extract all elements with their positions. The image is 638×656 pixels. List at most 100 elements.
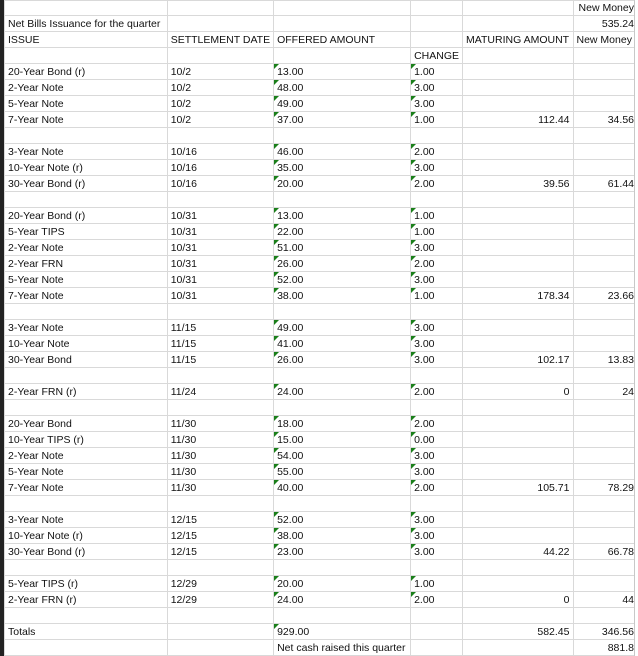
cell[interactable]	[462, 559, 574, 576]
issue-cell[interactable]: 5-Year Note	[4, 271, 168, 288]
new-money-cell[interactable]	[572, 223, 638, 240]
cell[interactable]	[273, 607, 412, 624]
cell[interactable]	[4, 303, 168, 320]
new-money-cell[interactable]: 13.83	[572, 351, 638, 368]
cell[interactable]	[410, 191, 464, 208]
maturing-amount-cell[interactable]	[462, 335, 574, 352]
offered-amount-cell[interactable]: 23.00	[273, 543, 412, 560]
settlement-date-cell[interactable]: 10/2	[166, 63, 275, 80]
settlement-date-cell[interactable]: 10/16	[166, 175, 275, 192]
settlement-date-cell[interactable]: 11/24	[166, 383, 275, 400]
offered-amount-cell[interactable]: 20.00	[273, 575, 412, 592]
change-cell[interactable]: 3.00	[410, 543, 464, 560]
new-money-cell[interactable]	[572, 463, 638, 480]
cell[interactable]	[4, 607, 168, 624]
offered-amount-cell[interactable]: 46.00	[273, 143, 412, 160]
cell[interactable]	[462, 0, 574, 16]
settlement-date-cell[interactable]: 10/2	[166, 111, 275, 128]
issue-cell[interactable]: 10-Year Note (r)	[4, 159, 168, 176]
offered-amount-cell[interactable]: 49.00	[273, 319, 412, 336]
cell[interactable]	[462, 639, 574, 656]
settlement-date-cell[interactable]: 11/30	[166, 431, 275, 448]
issue-cell[interactable]: 30-Year Bond (r)	[4, 175, 168, 192]
cell[interactable]	[166, 559, 275, 576]
settlement-date-cell[interactable]: 12/29	[166, 591, 275, 608]
offered-amount-cell[interactable]: 38.00	[273, 527, 412, 544]
cell[interactable]	[462, 495, 574, 512]
maturing-amount-cell[interactable]: 178.34	[462, 287, 574, 304]
change-cell[interactable]: 1.00	[410, 63, 464, 80]
cell[interactable]	[410, 495, 464, 512]
new-money-cell[interactable]	[572, 335, 638, 352]
cell[interactable]	[572, 367, 638, 384]
cell[interactable]	[410, 639, 464, 656]
cell[interactable]	[4, 367, 168, 384]
maturing-amount-cell[interactable]: 102.17	[462, 351, 574, 368]
cell[interactable]	[273, 47, 412, 64]
offered-amount-cell[interactable]: 24.00	[273, 383, 412, 400]
maturing-amount-cell[interactable]	[462, 463, 574, 480]
change-cell[interactable]: 3.00	[410, 271, 464, 288]
cell[interactable]	[572, 399, 638, 416]
change-cell[interactable]: 1.00	[410, 111, 464, 128]
cell[interactable]	[410, 0, 464, 16]
offered-amount-cell[interactable]: 51.00	[273, 239, 412, 256]
cell[interactable]	[410, 31, 464, 48]
change-cell[interactable]: 3.00	[410, 527, 464, 544]
issue-cell[interactable]: 2-Year FRN	[4, 255, 168, 272]
settlement-date-cell[interactable]: 10/2	[166, 95, 275, 112]
issue-cell[interactable]: 7-Year Note	[4, 479, 168, 496]
maturing-amount-cell[interactable]: 39.56	[462, 175, 574, 192]
cell[interactable]	[462, 127, 574, 144]
cell[interactable]	[462, 367, 574, 384]
cell[interactable]	[572, 191, 638, 208]
maturing-amount-cell[interactable]: 105.71	[462, 479, 574, 496]
issue-cell[interactable]: 5-Year Note	[4, 463, 168, 480]
settlement-date-cell[interactable]: 11/30	[166, 479, 275, 496]
new-money-cell[interactable]	[572, 255, 638, 272]
cell[interactable]	[166, 15, 275, 32]
change-cell[interactable]: 3.00	[410, 463, 464, 480]
new-money-cell[interactable]	[572, 319, 638, 336]
new-money-cell[interactable]	[572, 95, 638, 112]
settlement-date-cell[interactable]: 12/15	[166, 543, 275, 560]
cell[interactable]	[273, 367, 412, 384]
settlement-date-cell[interactable]: 10/16	[166, 159, 275, 176]
offered-amount-cell[interactable]: 52.00	[273, 511, 412, 528]
settlement-date-cell[interactable]: 10/31	[166, 239, 275, 256]
maturing-amount-cell[interactable]	[462, 511, 574, 528]
header-offered-amount[interactable]: OFFERED AMOUNT	[273, 31, 412, 48]
new-money-cell[interactable]: 66.78	[572, 543, 638, 560]
new-money-cell[interactable]: 61.44	[572, 175, 638, 192]
new-money-cell[interactable]	[572, 415, 638, 432]
settlement-date-cell[interactable]: 12/29	[166, 575, 275, 592]
settlement-date-cell[interactable]: 11/15	[166, 351, 275, 368]
change-cell[interactable]: 2.00	[410, 175, 464, 192]
settlement-date-cell[interactable]: 10/31	[166, 223, 275, 240]
change-cell[interactable]: 1.00	[410, 575, 464, 592]
total-offered[interactable]: 929.00	[273, 623, 412, 640]
cell[interactable]	[273, 303, 412, 320]
new-money-cell[interactable]: 78.29	[572, 479, 638, 496]
offered-amount-cell[interactable]: 55.00	[273, 463, 412, 480]
maturing-amount-cell[interactable]	[462, 79, 574, 96]
settlement-date-cell[interactable]: 11/15	[166, 319, 275, 336]
issue-cell[interactable]: 5-Year TIPS (r)	[4, 575, 168, 592]
maturing-amount-cell[interactable]: 112.44	[462, 111, 574, 128]
change-cell[interactable]: 2.00	[410, 143, 464, 160]
cell[interactable]	[166, 399, 275, 416]
cell[interactable]	[166, 303, 275, 320]
cell[interactable]	[4, 127, 168, 144]
change-cell[interactable]: 3.00	[410, 351, 464, 368]
new-money-label-top[interactable]: New Money	[572, 0, 638, 16]
maturing-amount-cell[interactable]	[462, 319, 574, 336]
cell[interactable]	[166, 47, 275, 64]
maturing-amount-cell[interactable]	[462, 63, 574, 80]
offered-amount-cell[interactable]: 41.00	[273, 335, 412, 352]
settlement-date-cell[interactable]: 10/16	[166, 143, 275, 160]
cell[interactable]	[273, 0, 412, 16]
new-money-cell[interactable]: 23.66	[572, 287, 638, 304]
settlement-date-cell[interactable]: 11/15	[166, 335, 275, 352]
offered-amount-cell[interactable]: 22.00	[273, 223, 412, 240]
net-bills-value[interactable]: 535.24	[572, 15, 638, 32]
